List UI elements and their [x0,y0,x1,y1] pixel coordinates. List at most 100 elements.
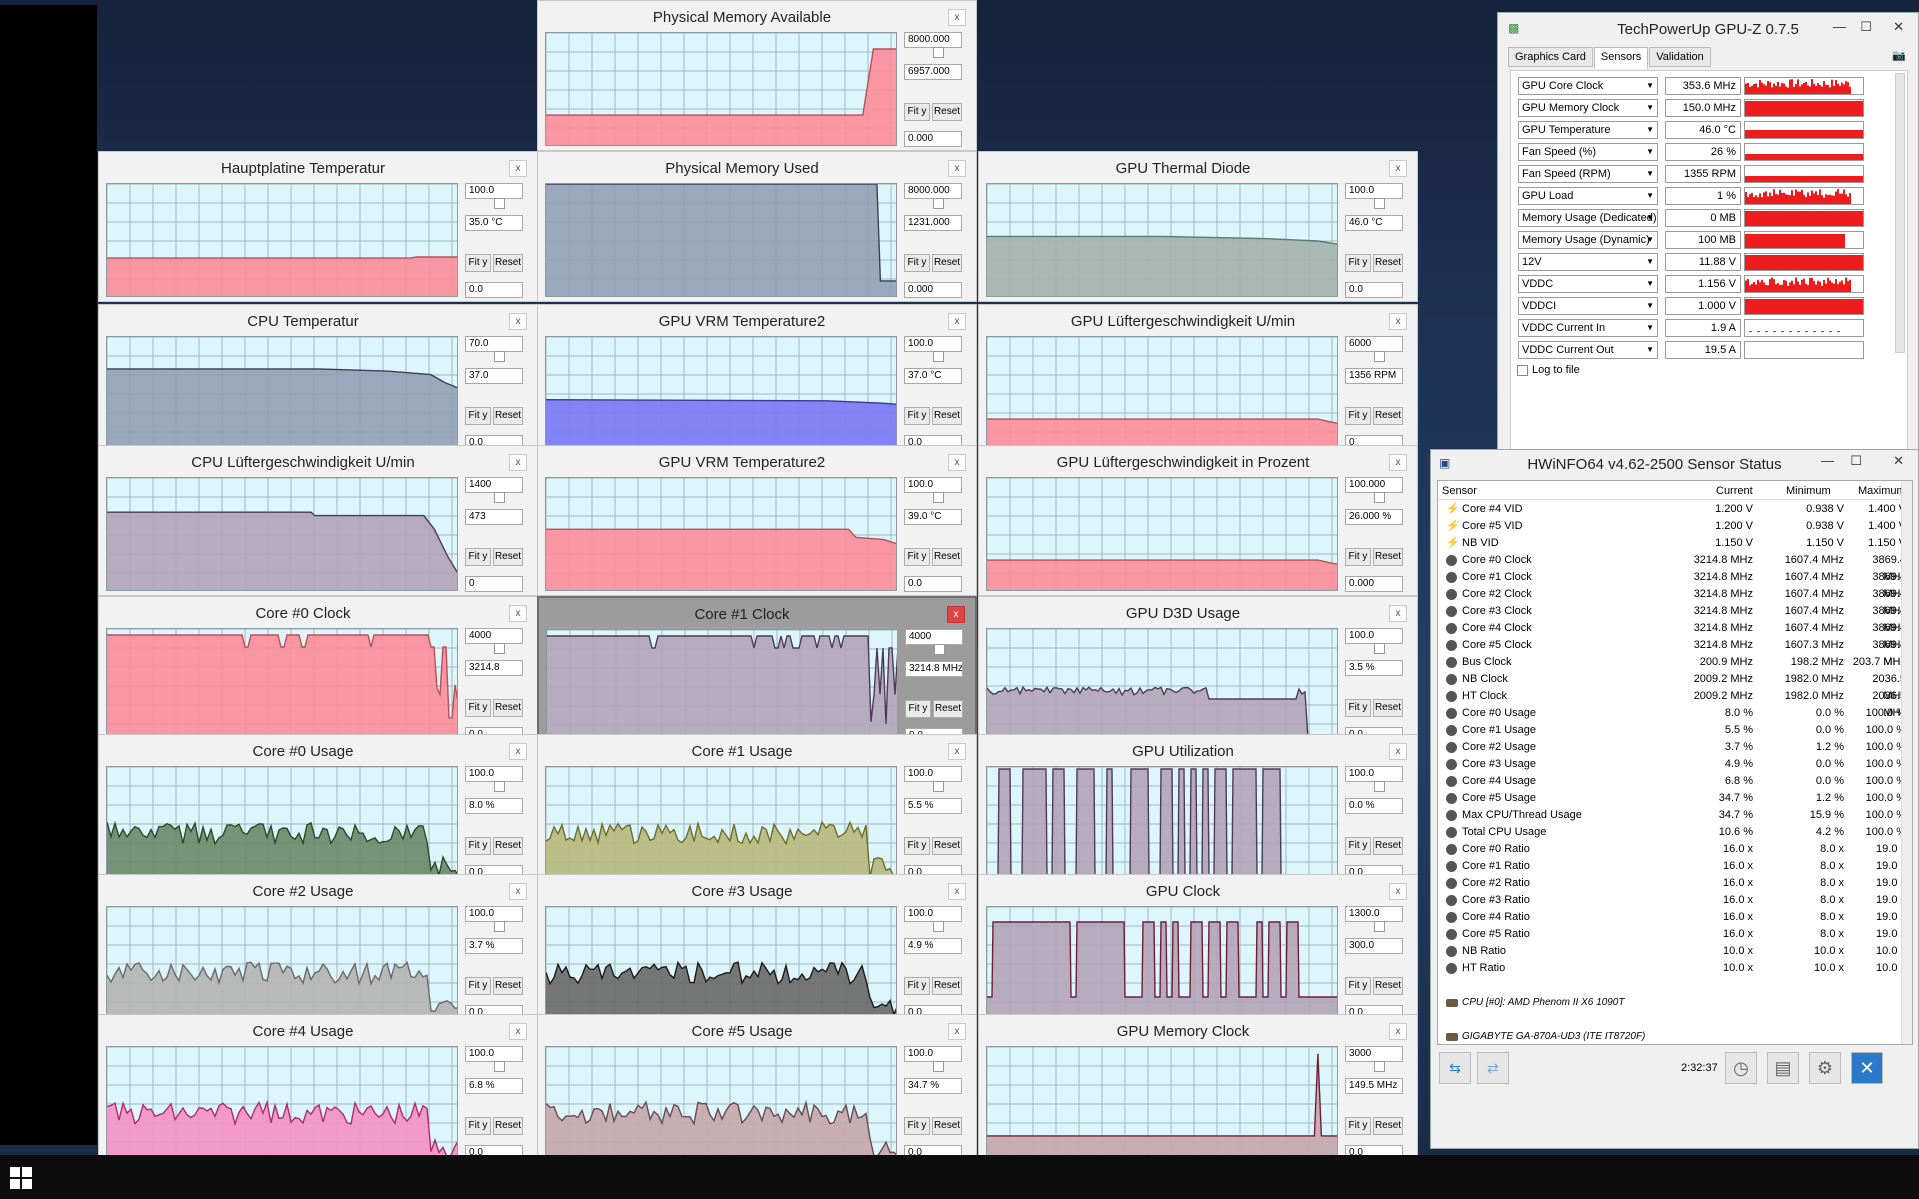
close-icon[interactable]: x [948,743,966,760]
fit-y-button[interactable]: Fit y [904,407,930,425]
fit-y-button[interactable]: Fit y [1345,548,1371,566]
max-value-field[interactable]: 4000 [465,628,523,644]
sensor-window-gpu_mem_clock[interactable]: GPU Memory Clock x 3000 149.5 MHz Fit y … [978,1014,1418,1165]
hwinfo-row[interactable]: CPU [#0]: AMD Phenom II X6 1090T [1438,994,1912,1011]
reset-button[interactable]: Reset [493,699,523,717]
lock-checkbox[interactable] [1374,198,1385,209]
sensor-name-select[interactable]: 12V ▼ [1518,253,1658,271]
max-value-field[interactable]: 100.0 [465,1046,523,1062]
hwinfo-scrollbar[interactable] [1901,481,1912,1044]
max-value-field[interactable]: 3000 [1345,1046,1403,1062]
dropdown-arrow-icon[interactable]: ▼ [1646,342,1654,358]
close-icon[interactable]: x [1389,883,1407,900]
fit-y-button[interactable]: Fit y [465,699,491,717]
close-icon[interactable]: ✕ [1893,453,1904,469]
reset-button[interactable]: Reset [932,977,962,995]
hwinfo-row[interactable]: Core #3 Usage 4.9 % 0.0 % 100.0 % [1438,756,1912,773]
reset-button[interactable]: Reset [1373,1117,1403,1135]
minimize-icon[interactable]: — [1821,453,1834,468]
fit-y-button[interactable]: Fit y [465,977,491,995]
fit-y-button[interactable]: Fit y [904,103,930,121]
lock-checkbox[interactable] [1374,492,1385,503]
fit-y-button[interactable]: Fit y [465,407,491,425]
hwinfo-row[interactable]: Max CPU/Thread Usage 34.7 % 15.9 % 100.0… [1438,807,1912,824]
close-icon[interactable]: x [509,883,527,900]
min-value-field[interactable]: 0.000 [1345,576,1403,592]
hwinfo-row[interactable]: Core #5 Ratio 16.0 x 8.0 x 19.0 x [1438,926,1912,943]
fit-y-button[interactable]: Fit y [1345,699,1371,717]
close-icon[interactable]: x [948,883,966,900]
sensor-window-cpu_temp[interactable]: CPU Temperatur x 70.0 37.0 Fit y Reset 0… [98,304,538,455]
report-icon[interactable]: ▤ [1767,1052,1799,1084]
lock-checkbox[interactable] [933,781,944,792]
hwinfo-row[interactable]: HT Clock 2009.2 MHz 1982.0 MHz 2036.5 MH… [1438,688,1912,719]
sensor-window-phys_used[interactable]: Physical Memory Used x 8000.000 1231.000… [537,151,977,302]
sensor-window-core5_usage[interactable]: Core #5 Usage x 100.0 34.7 % Fit y Reset… [537,1014,977,1165]
lock-checkbox[interactable] [933,351,944,362]
sensor-window-core0_usage[interactable]: Core #0 Usage x 100.0 8.0 % Fit y Reset … [98,734,538,885]
lock-checkbox[interactable] [494,492,505,503]
max-value-field[interactable]: 8000.000 [904,32,962,48]
fit-y-button[interactable]: Fit y [1345,1117,1371,1135]
close-icon[interactable]: ✕ [1893,19,1904,35]
hwinfo-row[interactable]: Core #2 Ratio 16.0 x 8.0 x 19.0 x [1438,875,1912,892]
hwinfo-row[interactable]: ⚡ Core #5 VID 1.200 V 0.938 V 1.400 V [1438,518,1912,535]
max-value-field[interactable]: 100.0 [904,1046,962,1062]
reset-button[interactable]: Reset [1373,548,1403,566]
tab-validation[interactable]: Validation [1649,47,1711,67]
reset-button[interactable]: Reset [932,103,962,121]
max-value-field[interactable]: 100.0 [1345,766,1403,782]
hwinfo-row[interactable]: ⚡ Core #4 VID 1.200 V 0.938 V 1.400 V [1438,501,1912,518]
sensor-window-gpu_fan_pct[interactable]: GPU Lüftergeschwindigkeit in Prozent x 1… [978,445,1418,596]
sensor-name-select[interactable]: GPU Memory Clock ▼ [1518,99,1658,117]
sensor-window-core3_usage[interactable]: Core #3 Usage x 100.0 4.9 % Fit y Reset … [537,874,977,1025]
header-sensor[interactable]: Sensor [1442,485,1477,497]
close-icon[interactable]: x [1389,605,1407,622]
sensor-window-gpu_vrm1[interactable]: GPU VRM Temperature2 x 100.0 37.0 °C Fit… [537,304,977,455]
hwinfo-row[interactable]: Core #0 Usage 8.0 % 0.0 % 100.0 % [1438,705,1912,722]
max-value-field[interactable]: 4000 [905,629,963,645]
min-value-field[interactable]: 0.0 [465,282,523,298]
min-value-field[interactable]: 0.0 [1345,282,1403,298]
fit-y-button[interactable]: Fit y [465,254,491,272]
dropdown-arrow-icon[interactable]: ▼ [1646,276,1654,292]
fit-y-button[interactable]: Fit y [1345,254,1371,272]
reset-button[interactable]: Reset [932,254,962,272]
lock-checkbox[interactable] [494,921,505,932]
log-to-file-option[interactable]: Log to file [1517,364,1580,376]
dropdown-arrow-icon[interactable]: ▼ [1646,78,1654,94]
sensor-name-select[interactable]: VDDC Current Out ▼ [1518,341,1658,359]
close-icon[interactable]: x [948,454,966,471]
max-value-field[interactable]: 8000.000 [904,183,962,199]
hwinfo-row[interactable]: Core #1 Ratio 16.0 x 8.0 x 19.0 x [1438,858,1912,875]
sensor-name-select[interactable]: VDDCI ▼ [1518,297,1658,315]
hwinfo-row[interactable]: Core #5 Clock 3214.8 MHz 1607.3 MHz 3869… [1438,637,1912,668]
gpuz-scrollbar[interactable] [1895,73,1905,353]
max-value-field[interactable]: 100.0 [904,336,962,352]
lock-checkbox[interactable] [933,47,944,58]
sensor-window-core2_usage[interactable]: Core #2 Usage x 100.0 3.7 % Fit y Reset … [98,874,538,1025]
settings-gear-icon[interactable]: ⚙ [1809,1052,1841,1084]
sensor-window-cpu_fan[interactable]: CPU Lüftergeschwindigkeit U/min x 1400 4… [98,445,538,596]
close-icon[interactable]: x [948,9,966,26]
hwinfo-row[interactable]: Core #4 Clock 3214.8 MHz 1607.4 MHz 3869… [1438,620,1912,651]
close-icon[interactable]: x [1389,160,1407,177]
dropdown-arrow-icon[interactable]: ▼ [1646,100,1654,116]
max-value-field[interactable]: 100.0 [1345,183,1403,199]
reset-button[interactable]: Reset [932,837,962,855]
sensor-window-gpu_util[interactable]: GPU Utilization x 100.0 0.0 % Fit y Rese… [978,734,1418,885]
reset-button[interactable]: Reset [493,254,523,272]
sensor-name-select[interactable]: Memory Usage (Dynamic) ▼ [1518,231,1658,249]
lock-checkbox[interactable] [494,781,505,792]
minimize-icon[interactable]: — [1833,19,1846,34]
reset-button[interactable]: Reset [1373,254,1403,272]
reset-button[interactable]: Reset [1373,407,1403,425]
close-icon[interactable]: x [948,313,966,330]
max-value-field[interactable]: 100.000 [1345,477,1403,493]
fit-y-button[interactable]: Fit y [465,548,491,566]
reset-button[interactable]: Reset [1373,837,1403,855]
lock-checkbox[interactable] [494,643,505,654]
lock-checkbox[interactable] [1374,781,1385,792]
max-value-field[interactable]: 100.0 [465,183,523,199]
hwinfo-row[interactable]: Core #2 Usage 3.7 % 1.2 % 100.0 % [1438,739,1912,756]
